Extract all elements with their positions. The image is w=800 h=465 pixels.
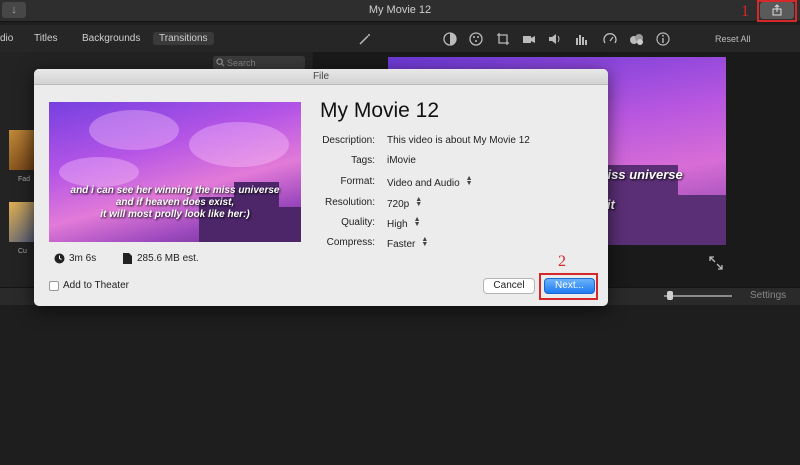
transition-thumbnail[interactable] [9,202,36,242]
share-file-dialog: File and i can see her winning the miss … [34,69,608,306]
compress-row: Compress: Faster ▲ ▼ [269,236,599,251]
compress-select[interactable]: Faster ▲ ▼ [387,236,429,250]
tags-label: Tags: [351,155,375,166]
resolution-select[interactable]: 720p ▲ ▼ [387,196,423,210]
transition-thumbnail[interactable] [9,130,36,170]
annotation-box-next [539,273,598,300]
search-placeholder: Search [227,58,256,68]
format-label: Format: [340,176,375,187]
duration-stat: 3m 6s [54,253,96,264]
fullscreen-icon[interactable] [709,256,723,270]
add-to-theater-label: Add to Theater [63,280,129,291]
resolution-label: Resolution: [324,197,375,208]
video-preview: and i can see her winning the miss unive… [49,102,301,242]
duration-value: 3m 6s [69,253,97,264]
zoom-slider-track[interactable] [664,295,732,297]
movie-title: My Movie 12 [320,99,440,122]
format-row: Format: Video and Audio ▲ ▼ [269,175,599,190]
search-input[interactable]: Search [213,56,305,70]
zoom-slider-knob[interactable] [667,291,673,300]
quality-select[interactable]: High ▲ ▼ [387,216,421,230]
stabilization-icon[interactable] [522,32,536,46]
updown-arrows-icon: ▲ ▼ [413,216,421,228]
annotation-number-2: 2 [558,253,566,270]
add-to-theater-checkbox[interactable] [49,281,59,291]
updown-arrows-icon: ▲ ▼ [465,175,473,187]
thumbnail-caption: Cu [18,248,27,255]
cancel-button[interactable]: Cancel [483,278,535,294]
volume-icon[interactable] [548,32,562,46]
resolution-row: Resolution: 720p ▲ ▼ [269,196,599,211]
timeline[interactable] [0,305,800,465]
format-select[interactable]: Video and Audio ▲ ▼ [387,175,473,189]
compress-label: Compress: [326,237,375,248]
quality-row: Quality: High ▲ ▼ [269,216,599,231]
tags-field[interactable]: iMovie [387,155,416,166]
window-title: My Movie 12 [368,4,432,16]
dialog-title: File [34,69,608,85]
updown-arrows-icon: ▲ ▼ [421,236,429,248]
color-correction-icon[interactable] [469,32,483,46]
preview-caption: and i can see her winning the miss unive… [70,185,280,220]
toolbar: dio Titles Backgrounds Transitions Reset… [0,25,800,52]
speed-icon[interactable] [603,32,617,46]
color-balance-icon[interactable] [443,32,457,46]
clock-icon [54,253,65,264]
quality-label: Quality: [341,217,375,228]
description-field[interactable]: This video is about My Movie 12 [387,135,530,146]
tab-transitions[interactable]: Transitions [153,32,214,45]
magic-wand-icon[interactable] [358,32,372,46]
description-label: Description: [322,135,375,146]
tags-row: Tags: iMovie [269,155,599,169]
description-row: Description: This video is about My Movi… [269,135,599,149]
timeline-settings-button[interactable]: Settings [750,290,786,301]
viewer-caption: miss universe , e it [596,167,683,212]
annotation-box-share [757,0,797,22]
file-size-value: 285.6 MB est. [137,253,199,264]
noise-reduction-icon[interactable] [629,32,645,46]
annotation-number-1: 1 [741,3,749,20]
tab-audio[interactable]: dio [0,32,19,45]
file-size-stat: 285.6 MB est. [123,253,199,264]
info-icon[interactable] [656,32,670,46]
tab-backgrounds[interactable]: Backgrounds [76,32,146,45]
tab-titles[interactable]: Titles [28,32,64,45]
thumbnail-caption: Fad [18,176,31,183]
reset-all-button[interactable]: Reset All [715,34,751,44]
updown-arrows-icon: ▲ ▼ [415,196,423,208]
title-bar: ↓ My Movie 12 [0,0,800,22]
document-icon [123,253,132,264]
crop-icon[interactable] [496,32,510,46]
equalizer-icon[interactable] [575,32,589,46]
search-icon [216,58,225,67]
